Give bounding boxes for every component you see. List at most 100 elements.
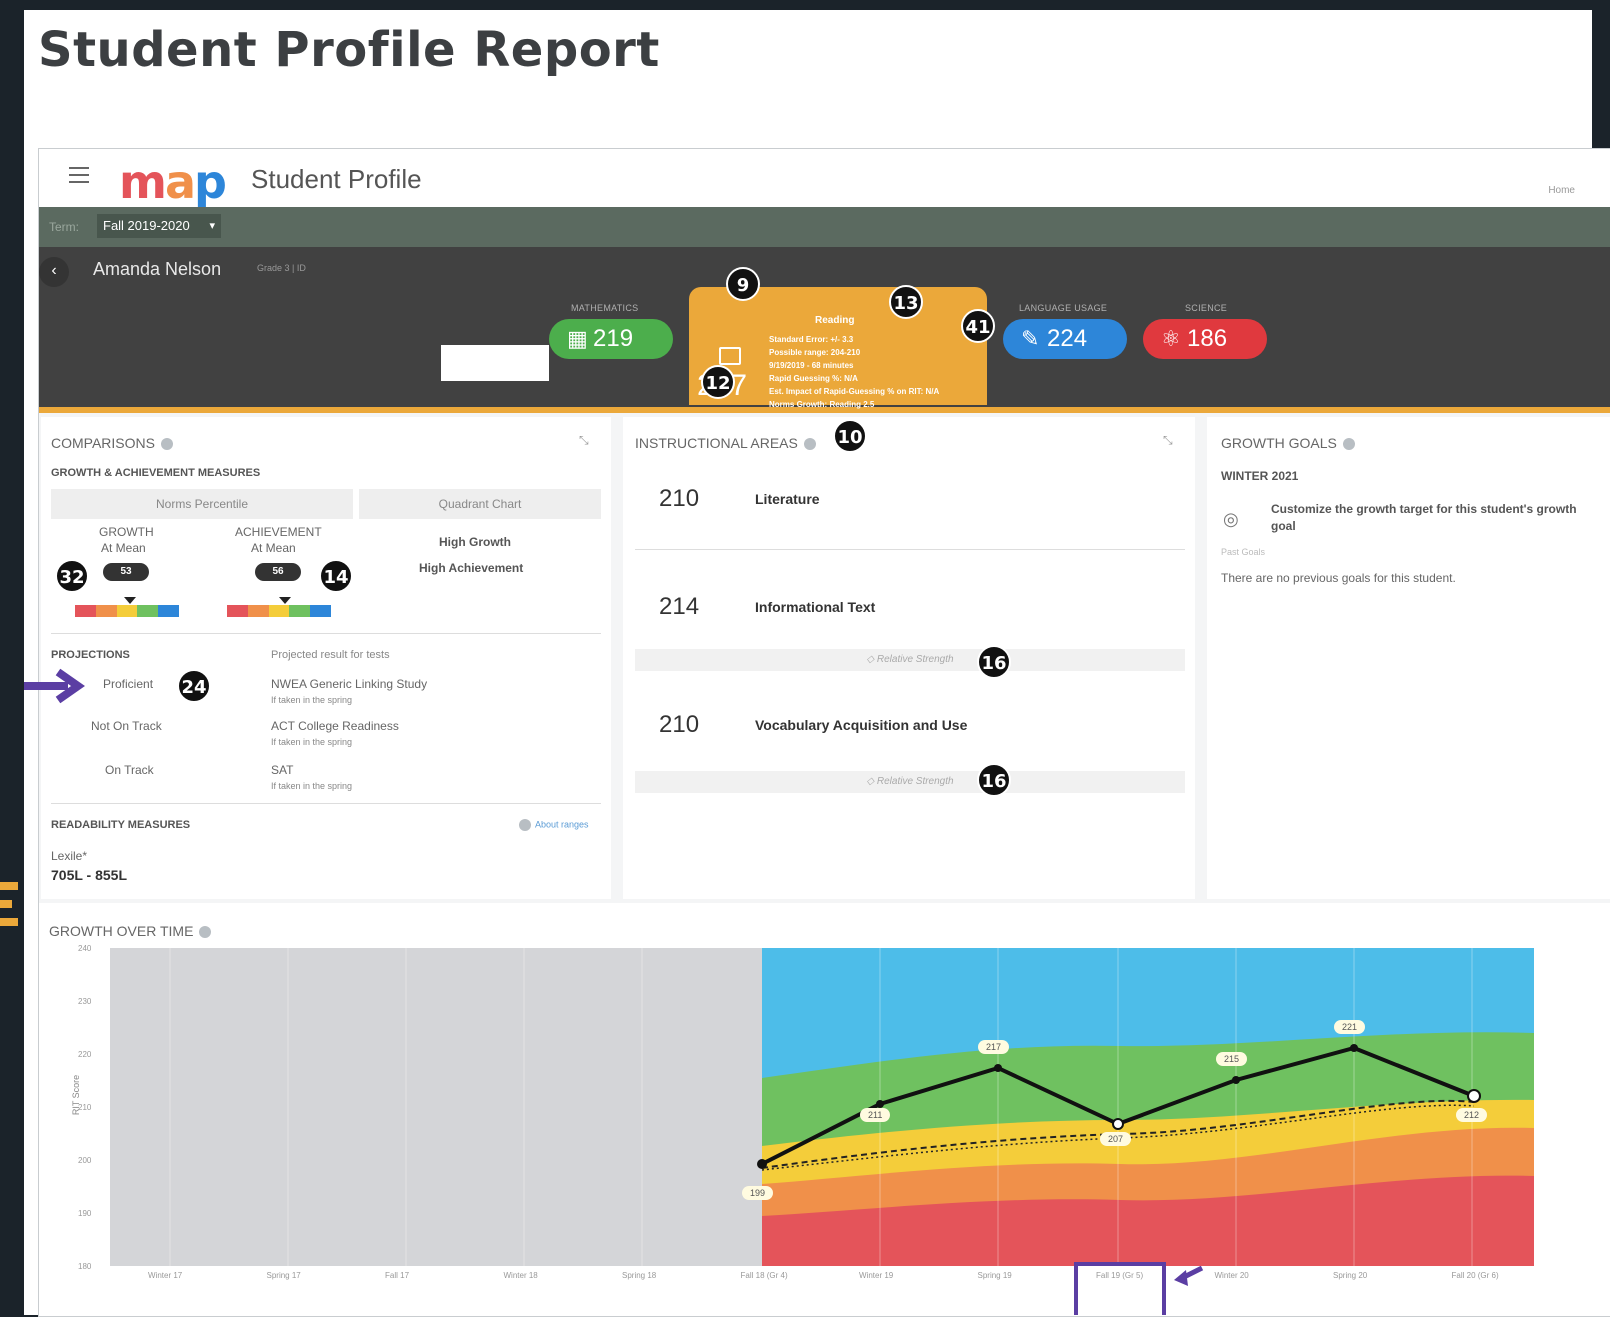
language-score: 224 xyxy=(1047,325,1088,352)
area-name: Vocabulary Acquisition and Use xyxy=(755,717,968,733)
tab-quadrant-chart[interactable]: Quadrant Chart xyxy=(359,489,601,519)
achievement-scale xyxy=(227,605,331,617)
x-tick: Winter 18 xyxy=(503,1271,538,1280)
comparisons-title: Comparisons xyxy=(51,435,173,451)
science-score: 186 xyxy=(1187,325,1228,352)
quadrant-achievement: High Achievement xyxy=(419,561,524,575)
score-label: 215 xyxy=(1216,1052,1248,1066)
score-label: 212 xyxy=(1456,1108,1488,1122)
instructional-title: Instructional Areas xyxy=(635,435,816,451)
area-score: 210 xyxy=(659,485,700,512)
projection-test: ACT College Readiness xyxy=(271,719,399,733)
callout-badge: 32 xyxy=(55,559,89,593)
achievement-percentile: 56 xyxy=(255,563,301,581)
reading-detail-line: Standard Error: +/- 3.3 xyxy=(769,335,854,344)
home-link[interactable]: Home xyxy=(1548,185,1575,196)
menu-icon[interactable] xyxy=(69,167,89,185)
projection-note: If taken in the spring xyxy=(271,695,353,705)
diamond-icon: ◇ xyxy=(866,776,877,787)
area-score: 210 xyxy=(659,711,700,738)
redacted-box xyxy=(441,345,549,381)
help-icon[interactable] xyxy=(199,926,212,939)
x-tick: Winter 20 xyxy=(1214,1271,1249,1280)
growth-marker-icon xyxy=(124,597,137,604)
callout-badge: 13 xyxy=(889,285,923,319)
callout-badge: 24 xyxy=(177,669,211,703)
language-score-pill[interactable]: ✎ 224 xyxy=(1003,319,1127,359)
readability-title: Readability Measures xyxy=(51,819,191,831)
projection-note: If taken in the spring xyxy=(271,781,353,791)
current-term-highlight xyxy=(1074,1262,1166,1315)
back-button[interactable]: ‹ xyxy=(39,257,69,287)
customize-goal-text[interactable]: Customize the growth target for this stu… xyxy=(1271,501,1601,535)
projection-test: SAT xyxy=(271,763,294,777)
term-label: Term: xyxy=(49,220,79,234)
x-tick: Winter 19 xyxy=(859,1271,894,1280)
no-goals-text: There are no previous goals for this stu… xyxy=(1221,571,1456,585)
math-label: Mathematics xyxy=(571,303,639,313)
callout-badge: 9 xyxy=(726,267,760,301)
expand-icon[interactable]: ⤡ xyxy=(579,433,589,448)
science-score-pill[interactable]: ⚛ 186 xyxy=(1143,319,1267,359)
science-label: Science xyxy=(1185,303,1228,313)
callout-badge: 14 xyxy=(319,559,353,593)
relative-strength-bar: ◇ Relative Strength xyxy=(635,649,1185,671)
area-score: 214 xyxy=(659,593,700,620)
reading-detail-line: Norms Growth: Reading 2.5 xyxy=(769,400,875,409)
y-tick: 200 xyxy=(78,1156,92,1165)
term-value: Fall 2019-2020 xyxy=(103,218,190,233)
diamond-icon: ◇ xyxy=(866,654,877,665)
math-score: 219 xyxy=(593,325,634,352)
growth-chart xyxy=(110,948,1534,1266)
side-tab-icon xyxy=(0,882,18,944)
past-goals-label: Past Goals xyxy=(1221,547,1266,557)
projection-result: Proficient xyxy=(103,677,154,691)
reading-detail-line: Rapid Guessing %: N/A xyxy=(769,374,858,383)
lexile-label: Lexile* xyxy=(51,849,88,863)
instructional-areas-panel: Instructional Areas ⤡ 210 Literature 214… xyxy=(623,417,1195,899)
area-name: Literature xyxy=(755,491,820,507)
projection-result: On Track xyxy=(105,763,154,777)
y-tick: 190 xyxy=(78,1209,92,1218)
reading-detail-line: Est. Impact of Rapid-Guessing % on RIT: … xyxy=(769,387,940,396)
book-icon xyxy=(719,347,741,365)
help-icon[interactable] xyxy=(160,438,173,451)
divider xyxy=(635,549,1185,550)
expand-icon[interactable]: ⤡ xyxy=(1163,433,1173,448)
growth-goals-panel: Growth Goals WINTER 2021 ◎ Customize the… xyxy=(1207,417,1610,899)
x-tick: Spring 20 xyxy=(1333,1271,1368,1280)
projection-result: Not On Track xyxy=(91,719,162,733)
y-tick: 180 xyxy=(78,1262,92,1271)
edit-icon: ✎ xyxy=(1021,326,1040,351)
help-icon[interactable] xyxy=(803,438,816,451)
goal-term: WINTER 2021 xyxy=(1221,469,1299,483)
math-score-pill[interactable]: ▦ 219 xyxy=(549,319,673,359)
arrow-right-icon xyxy=(24,668,85,704)
callout-badge: 16 xyxy=(977,645,1011,679)
target-icon: ◎ xyxy=(1223,509,1239,529)
calculator-icon: ▦ xyxy=(567,326,588,351)
projections-title: Projections xyxy=(51,649,130,661)
y-tick: 240 xyxy=(78,944,92,953)
growth-goals-title: Growth Goals xyxy=(1221,435,1355,451)
score-label: 207 xyxy=(1100,1132,1132,1146)
divider xyxy=(51,803,601,804)
achievement-label: Achievement xyxy=(235,525,322,539)
growth-sub: At Mean xyxy=(101,541,146,555)
y-tick: 220 xyxy=(78,1050,92,1059)
history-background xyxy=(110,948,762,1266)
y-tick: 210 xyxy=(78,1103,92,1112)
projection-test: NWEA Generic Linking Study xyxy=(271,677,428,691)
about-ranges-link[interactable]: About ranges xyxy=(519,819,589,831)
term-select[interactable]: Fall 2019-2020 ▾ xyxy=(97,214,221,238)
chevron-down-icon: ▾ xyxy=(209,220,215,232)
relative-strength-bar: ◇ Relative Strength xyxy=(635,771,1185,793)
callout-badge: 16 xyxy=(977,763,1011,797)
growth-label: Growth xyxy=(99,525,154,539)
atom-icon: ⚛ xyxy=(1161,326,1181,351)
score-label: 217 xyxy=(978,1040,1010,1054)
tab-norms-percentile[interactable]: Norms Percentile xyxy=(51,489,353,519)
reading-detail-line: 9/19/2019 - 68 minutes xyxy=(769,361,854,370)
help-icon[interactable] xyxy=(1342,438,1355,451)
score-label: 199 xyxy=(742,1186,774,1200)
